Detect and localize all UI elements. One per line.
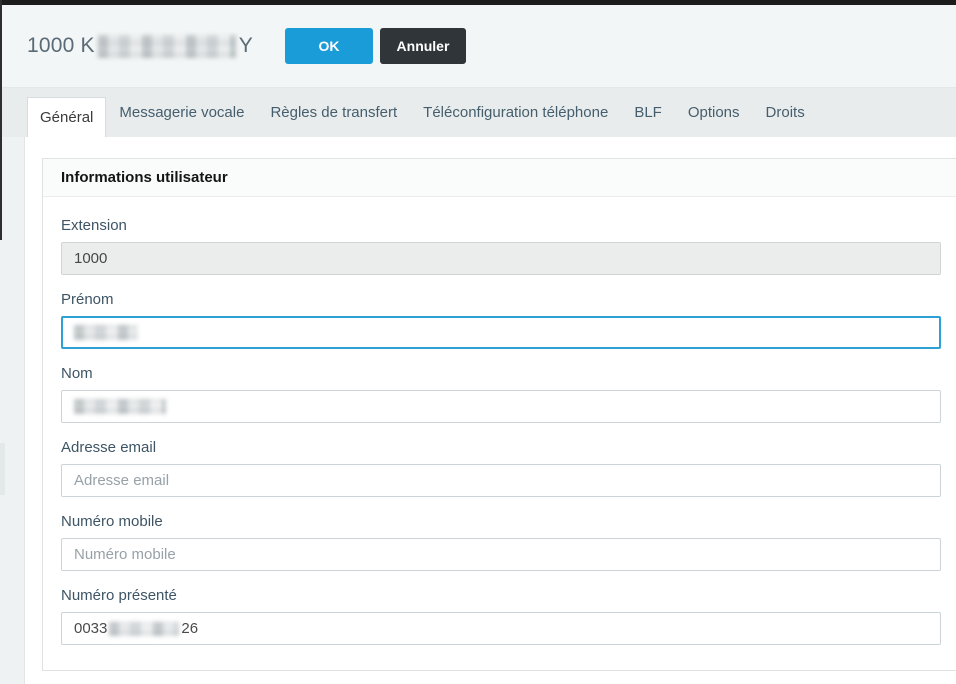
field-extension: Extension: [61, 215, 941, 275]
caller-id-prefix: 0033: [74, 620, 107, 637]
caller-id-suffix: 26: [181, 620, 198, 637]
caller-id-input[interactable]: 0033 26: [61, 612, 941, 645]
redacted-title-block: [98, 35, 236, 58]
last-name-label: Nom: [61, 363, 941, 384]
tab-rights[interactable]: Droits: [753, 88, 818, 137]
field-caller-id: Numéro présenté 0033 26: [61, 585, 941, 645]
field-first-name: Prénom: [61, 289, 941, 349]
last-name-input[interactable]: [61, 390, 941, 423]
page-title-prefix: 1000 K: [27, 34, 95, 58]
cancel-button[interactable]: Annuler: [380, 28, 466, 64]
tab-transfer-rules[interactable]: Règles de transfert: [257, 88, 410, 137]
left-gutter: [0, 137, 25, 684]
caller-id-label: Numéro présenté: [61, 585, 941, 606]
panel-body: Extension Prénom Nom Adresse email: [43, 197, 956, 645]
first-name-input[interactable]: [61, 316, 941, 349]
field-last-name: Nom: [61, 363, 941, 423]
left-edge-notch: [0, 443, 5, 495]
field-mobile: Numéro mobile: [61, 511, 941, 571]
tab-options[interactable]: Options: [675, 88, 753, 137]
ok-button[interactable]: OK: [285, 28, 373, 64]
top-black-bar: [0, 0, 956, 5]
tab-voicemail[interactable]: Messagerie vocale: [106, 88, 257, 137]
field-email: Adresse email: [61, 437, 941, 497]
header-buttons: OK Annuler: [285, 28, 466, 64]
left-edge-dark-sliver: [0, 0, 2, 240]
first-name-label: Prénom: [61, 289, 941, 310]
page-header: 1000 K Y OK Annuler: [0, 5, 956, 88]
page-title-suffix: Y: [239, 34, 253, 58]
email-input[interactable]: [61, 464, 941, 497]
redacted-last-name: [74, 399, 166, 414]
mobile-label: Numéro mobile: [61, 511, 941, 532]
user-info-panel: Informations utilisateur Extension Préno…: [42, 158, 956, 671]
content-area: Informations utilisateur Extension Préno…: [0, 137, 956, 684]
extension-label: Extension: [61, 215, 941, 236]
page-title: 1000 K Y: [27, 34, 253, 58]
mobile-input[interactable]: [61, 538, 941, 571]
extension-input[interactable]: [61, 242, 941, 275]
panel-title: Informations utilisateur: [43, 159, 956, 197]
tab-general[interactable]: Général: [27, 97, 106, 137]
tab-phone-provisioning[interactable]: Téléconfiguration téléphone: [410, 88, 621, 137]
redacted-first-name: [74, 325, 138, 340]
tab-bar: Général Messagerie vocale Règles de tran…: [0, 88, 956, 137]
tab-blf[interactable]: BLF: [621, 88, 675, 137]
redacted-caller-id-middle: [109, 622, 179, 636]
email-label: Adresse email: [61, 437, 941, 458]
